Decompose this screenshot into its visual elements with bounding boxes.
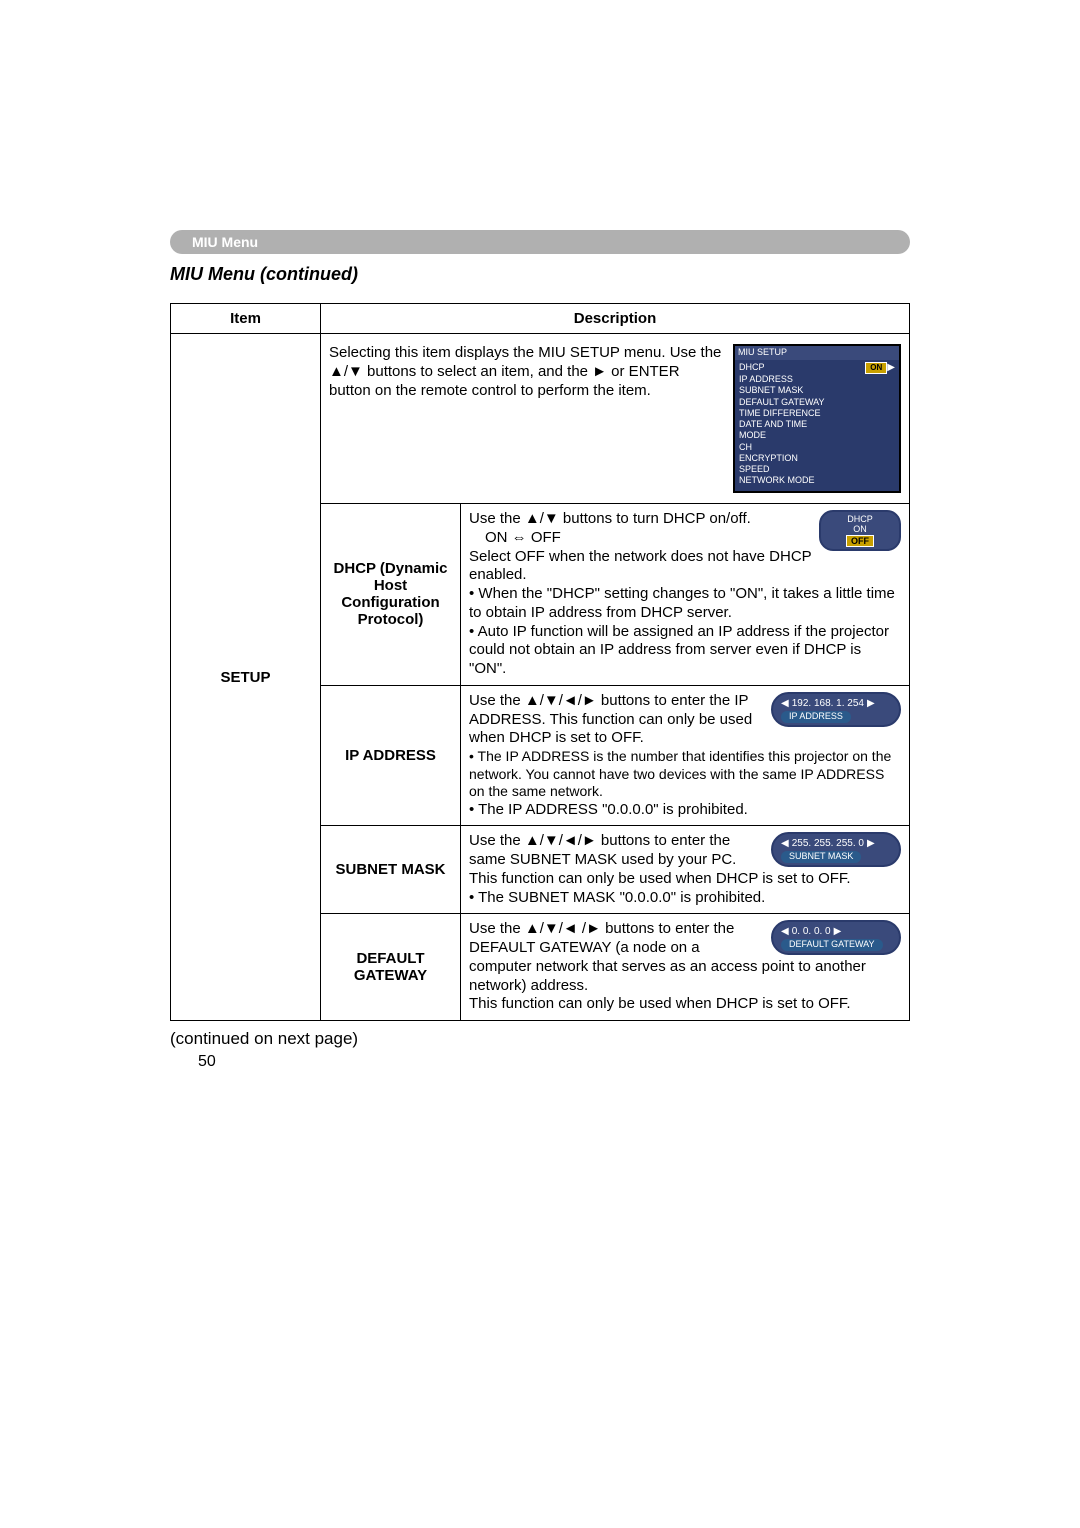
ribbon-title: MIU Menu <box>192 234 258 250</box>
ip-label: IP ADDRESS <box>781 711 851 723</box>
subnet-label: SUBNET MASK <box>781 851 861 863</box>
chevron-right-icon: ▶ <box>887 362 895 375</box>
intro-text: Selecting this item displays the MIU SET… <box>329 344 725 400</box>
menu-row-value: ON <box>865 362 887 374</box>
chevron-right-icon: ▶ <box>834 926 842 937</box>
subnet-widget: ◀ 255. 255. 255. 0 ▶ SUBNET MASK <box>771 832 901 867</box>
chevron-right-icon: ▶ <box>867 698 875 709</box>
chevron-left-icon: ◀ <box>781 838 789 849</box>
menu-item: MODE <box>739 430 895 441</box>
menu-item: TIME DIFFERENCE <box>739 408 895 419</box>
setup-table: Item Description SETUP Selecting this it… <box>170 303 910 1021</box>
ip-widget: ◀ 192. 168. 1. 254 ▶ IP ADDRESS <box>771 692 901 727</box>
sub-dhcp: DHCP (Dynamic Host Configuration Protoco… <box>321 504 461 686</box>
menu-item: SPEED <box>739 464 895 475</box>
dhcp-widget-off: OFF <box>846 535 874 547</box>
miu-setup-screenshot: MIU SETUP DHCP ON ▶ IP ADDRESS SUBNET MA… <box>733 344 901 492</box>
item-setup: SETUP <box>171 334 321 1021</box>
section-title: MIU Menu (continued) <box>170 264 910 285</box>
page-number: 50 <box>170 1053 910 1071</box>
menu-item: DATE AND TIME <box>739 419 895 430</box>
menu-item: IP ADDRESS <box>739 374 895 385</box>
dhcp-widget: DHCP ON OFF <box>819 510 901 551</box>
menu-item: DEFAULT GATEWAY <box>739 397 895 408</box>
dhcp-widget-on: ON <box>831 524 889 534</box>
menu-row-label: DHCP <box>739 362 865 373</box>
menu-item: ENCRYPTION <box>739 453 895 464</box>
section-ribbon: MIU Menu <box>170 230 910 254</box>
sub-gateway: DEFAULT GATEWAY <box>321 914 461 1021</box>
chevron-left-icon: ◀ <box>781 698 789 709</box>
dhcp-desc-3: Select OFF when the network does not hav… <box>469 548 901 586</box>
dhcp-widget-title: DHCP <box>831 514 889 524</box>
dhcp-desc-4: • When the "DHCP" setting changes to "ON… <box>469 585 901 623</box>
menu-title: MIU SETUP <box>735 346 899 359</box>
subnet-desc-2: • The SUBNET MASK "0.0.0.0" is prohibite… <box>469 889 901 908</box>
gateway-desc-2: This function can only be used when DHCP… <box>469 995 901 1014</box>
menu-item: NETWORK MODE <box>739 475 895 486</box>
chevron-left-icon: ◀ <box>781 926 789 937</box>
sub-subnet: SUBNET MASK <box>321 826 461 914</box>
gateway-widget: ◀ 0. 0. 0. 0 ▶ DEFAULT GATEWAY <box>771 920 901 955</box>
menu-item: CH <box>739 442 895 453</box>
chevron-right-icon: ▶ <box>867 838 875 849</box>
sub-ip: IP ADDRESS <box>321 685 461 826</box>
gateway-label: DEFAULT GATEWAY <box>781 939 883 951</box>
subnet-values: 255. 255. 255. 0 <box>792 838 864 849</box>
ip-desc-2: • The IP ADDRESS is the number that iden… <box>469 748 901 801</box>
gateway-values: 0. 0. 0. 0 <box>792 926 831 937</box>
header-item: Item <box>171 304 321 334</box>
dhcp-desc-5: • Auto IP function will be assigned an I… <box>469 623 901 679</box>
menu-item: SUBNET MASK <box>739 385 895 396</box>
ip-values: 192. 168. 1. 254 <box>792 698 864 709</box>
ip-desc-3: • The IP ADDRESS "0.0.0.0" is prohibited… <box>469 801 901 820</box>
continued-note: (continued on next page) <box>170 1029 910 1049</box>
header-description: Description <box>321 304 910 334</box>
